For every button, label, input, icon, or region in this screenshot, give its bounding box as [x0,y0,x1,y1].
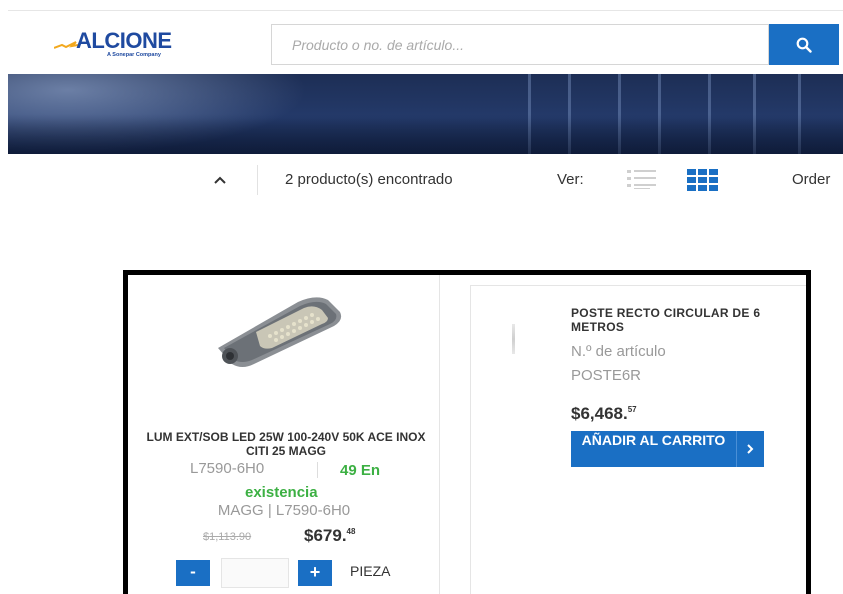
order-label[interactable]: Order [792,171,830,188]
quantity-input[interactable] [221,558,289,588]
quantity-increase-button[interactable]: + [298,560,332,586]
chevron-up-icon[interactable] [210,169,230,189]
list-view-icon[interactable] [627,168,659,194]
add-to-cart-button[interactable]: AÑADIR AL CARRITO [571,431,764,467]
logo-tagline: A Sonepar Company [107,52,161,58]
product-card: LUM EXT/SOB LED 25W 100-240V 50K ACE INO… [128,275,440,594]
unit-label: PIEZA [350,563,391,579]
alcione-logo[interactable]: ALCIONE A Sonepar Company [54,28,192,64]
top-divider [8,10,843,11]
sku-label: N.º de artículo [571,343,666,360]
price-main: $6,468. [571,404,628,423]
view-label: Ver: [557,171,584,188]
grid-view-icon[interactable] [687,168,719,194]
product-brand: MAGG | L7590-6H0 [217,502,351,519]
sku-stock-divider [317,462,318,478]
hero-banner [8,74,843,154]
product-card: POSTE RECTO CIRCULAR DE 6 METROS N.º de … [470,285,806,594]
price-main: $679. [304,526,347,545]
search-icon [796,37,812,53]
price-cents: 48 [346,527,356,536]
results-toolbar: 2 producto(s) encontrado Ver: Order [0,165,843,197]
product-grid: LUM EXT/SOB LED 25W 100-240V 50K ACE INO… [123,270,811,594]
product-price: $679.48 [304,526,355,546]
product-name[interactable]: LUM EXT/SOB LED 25W 100-240V 50K ACE INO… [136,430,436,458]
results-count: 2 producto(s) encontrado [285,171,453,188]
old-price: $1,113.90 [203,531,252,543]
product-image-street-light[interactable] [206,290,346,370]
search-button[interactable] [769,24,839,65]
product-sku: POSTE6R [571,367,642,384]
product-sku: L7590-6H0 [190,460,265,477]
search-input[interactable] [272,25,768,64]
cart-button-divider [736,431,737,467]
logo-wordmark: ALCIONE [76,28,172,53]
toolbar-divider [257,165,258,195]
product-price: $6,468.57 [571,404,637,424]
add-to-cart-label: AÑADIR AL CARRITO [581,432,726,448]
product-name[interactable]: POSTE RECTO CIRCULAR DE 6 METROS [571,306,771,334]
search-field[interactable] [271,24,769,65]
product-image-pole[interactable] [512,324,515,354]
chevron-right-icon [747,444,754,454]
quantity-decrease-button[interactable]: - [176,560,210,586]
stock-count: 49 En [340,462,381,479]
price-cents: 57 [627,405,637,414]
stock-label: existencia [245,484,318,501]
